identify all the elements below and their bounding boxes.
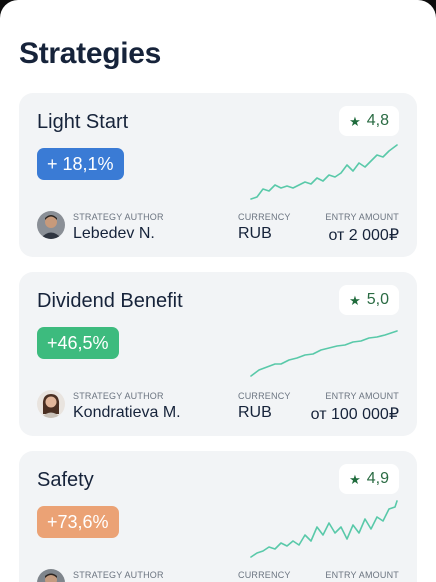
currency-label: CURRENCY [238, 212, 291, 222]
rating-value: 4,9 [366, 470, 389, 487]
strategy-name: Dividend Benefit [37, 290, 183, 312]
strategy-card[interactable]: Dividend Benefit ★ 5,0 +46,5% STRATEGY A… [19, 272, 417, 436]
author-label: STRATEGY AUTHOR [73, 570, 164, 580]
author-avatar [37, 390, 65, 418]
strategy-card[interactable]: Safety ★ 4,9 +73,6% STRATEGY AUTHOR CURR… [19, 451, 417, 582]
strategy-card[interactable]: Light Start ★ 4,8 + 18,1% STRATEGY AUTHO… [19, 93, 417, 257]
return-badge: +73,6% [37, 506, 119, 538]
author-avatar [37, 569, 65, 582]
entry-amount-value: от 2 000₽ [328, 227, 399, 244]
rating-badge: ★ 4,9 [339, 464, 399, 494]
page-title: Strategies [19, 37, 162, 70]
currency-value: RUB [238, 404, 272, 421]
entry-amount-label: ENTRY AMOUNT [325, 212, 399, 222]
performance-sparkline [250, 144, 398, 200]
strategy-name: Safety [37, 469, 94, 491]
entry-amount-label: ENTRY AMOUNT [325, 570, 399, 580]
star-icon: ★ [349, 471, 361, 487]
rating-badge: ★ 5,0 [339, 285, 399, 315]
currency-label: CURRENCY [238, 391, 291, 401]
rating-value: 5,0 [366, 291, 389, 308]
star-icon: ★ [349, 113, 361, 129]
author-name: Lebedev N. [73, 225, 155, 242]
author-avatar [37, 211, 65, 239]
rating-value: 4,8 [366, 112, 389, 129]
return-badge: +46,5% [37, 327, 119, 359]
return-badge: + 18,1% [37, 148, 124, 180]
performance-sparkline [250, 500, 398, 558]
strategy-name: Light Start [37, 111, 129, 133]
author-name: Kondratieva M. [73, 404, 181, 421]
rating-badge: ★ 4,8 [339, 106, 399, 136]
performance-sparkline [250, 330, 398, 377]
entry-amount-value: от 100 000₽ [310, 406, 399, 423]
currency-value: RUB [238, 225, 272, 242]
currency-label: CURRENCY [238, 570, 291, 580]
entry-amount-label: ENTRY AMOUNT [325, 391, 399, 401]
author-label: STRATEGY AUTHOR [73, 212, 164, 222]
author-label: STRATEGY AUTHOR [73, 391, 164, 401]
star-icon: ★ [349, 292, 361, 308]
